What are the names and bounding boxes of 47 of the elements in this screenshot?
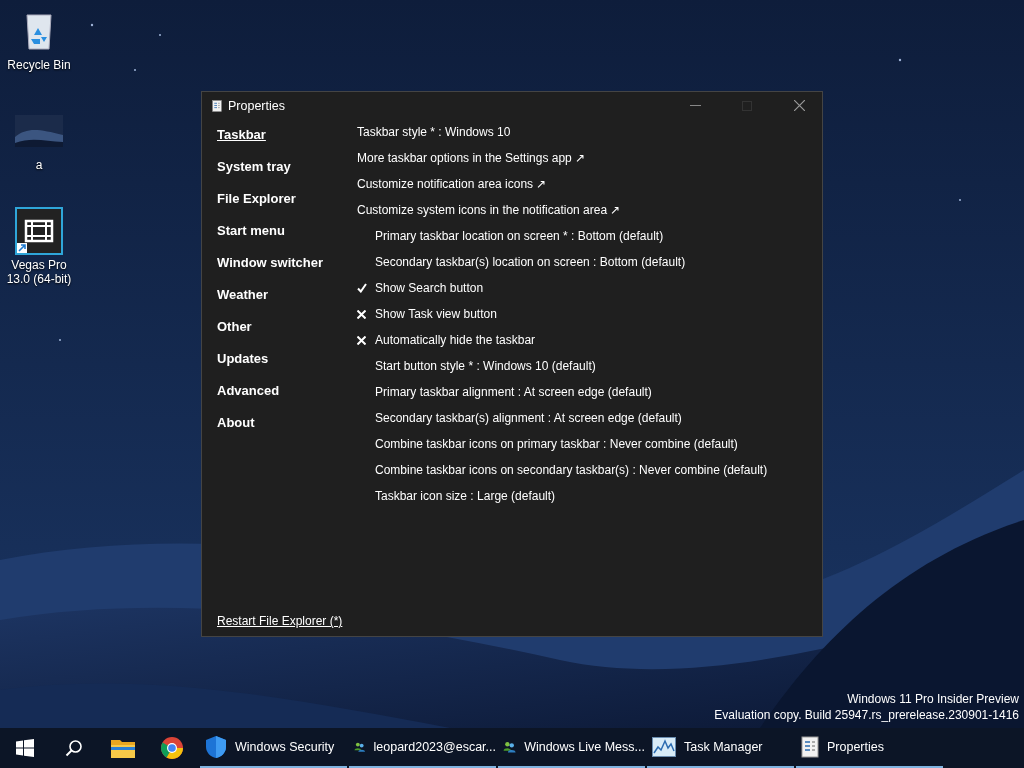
sidebar-tab[interactable]: Advanced [217, 375, 280, 407]
edition-text: Evaluation copy. Build 25947.rs_prerelease.230901-1416 [714, 707, 1019, 723]
sidebar-tab[interactable]: Start menu [217, 215, 285, 247]
sidebar-tab[interactable]: Weather [217, 279, 269, 311]
setting-option[interactable]: Secondary taskbar(s) location on screen : Bottom (default) [375, 255, 686, 269]
window-title: Properties [228, 98, 286, 113]
sidebar-tab[interactable]: Taskbar [217, 119, 266, 151]
setting-option[interactable]: Primary taskbar location on screen * : Bottom (default) [375, 229, 664, 243]
setting-link[interactable]: More taskbar options in the Settings app ↗ [357, 151, 586, 165]
setting-toggle[interactable]: Show Search button [375, 281, 484, 295]
document-icon [212, 99, 222, 112]
sidebar-tab[interactable]: File Explorer [217, 183, 296, 215]
minimize-icon[interactable] [689, 105, 701, 106]
sidebar-tab[interactable]: About [217, 407, 255, 439]
sidebar-tab[interactable]: Updates [217, 343, 269, 375]
check-icon[interactable] [357, 283, 367, 293]
edition-text: Windows 11 Pro Insider Preview [847, 691, 1019, 707]
setting-option[interactable]: Combine taskbar icons on primary taskbar : Never combine (default) [375, 437, 738, 451]
icon-label[interactable]: Recycle Bin [7, 58, 71, 72]
setting-option[interactable]: Primary taskbar alignment : At screen edge (default) [375, 385, 652, 399]
close-icon[interactable] [793, 100, 805, 111]
image-thumbnail-icon[interactable] [15, 115, 63, 147]
sidebar-tab[interactable]: Window switcher [217, 247, 324, 279]
search-icon[interactable] [64, 739, 83, 757]
sidebar-tab[interactable]: System tray [217, 151, 291, 183]
setting-option[interactable]: Secondary taskbar(s) alignment : At screen edge (default) [375, 411, 682, 425]
folder-icon[interactable] [110, 737, 135, 759]
browser-icon[interactable] [159, 736, 184, 760]
setting-toggle[interactable]: Show Task view button [375, 307, 497, 321]
sidebar-tab[interactable]: Other [217, 311, 252, 343]
setting-link[interactable]: Customize notification area icons ↗ [357, 177, 547, 191]
setting-link[interactable]: Taskbar style * : Windows 10 [357, 125, 511, 139]
film-strip-icon[interactable] [15, 207, 63, 255]
shield-icon [205, 735, 227, 759]
setting-toggle[interactable]: Automatically hide the taskbar [375, 333, 536, 347]
setting-option[interactable]: Start button style * : Windows 10 (default) [375, 359, 596, 373]
setting-option[interactable]: Taskbar icon size : Large (default) [375, 489, 556, 503]
setting-option[interactable]: Combine taskbar icons on secondary taskbar(s) : Never combine (default) [375, 463, 768, 477]
cross-icon[interactable] [357, 309, 366, 319]
setting-link[interactable]: Customize system icons in the notification area ↗ [357, 203, 621, 217]
icon-label[interactable]: Vegas Pro 13.0 (64-bit) [6, 258, 72, 286]
restart-link[interactable]: Restart File Explorer (*) [217, 614, 343, 628]
cross-icon[interactable] [357, 335, 366, 345]
document-icon [801, 736, 819, 758]
chart-icon [652, 737, 676, 757]
icon-label[interactable]: a [35, 158, 43, 172]
windows-start-icon[interactable] [15, 739, 34, 757]
